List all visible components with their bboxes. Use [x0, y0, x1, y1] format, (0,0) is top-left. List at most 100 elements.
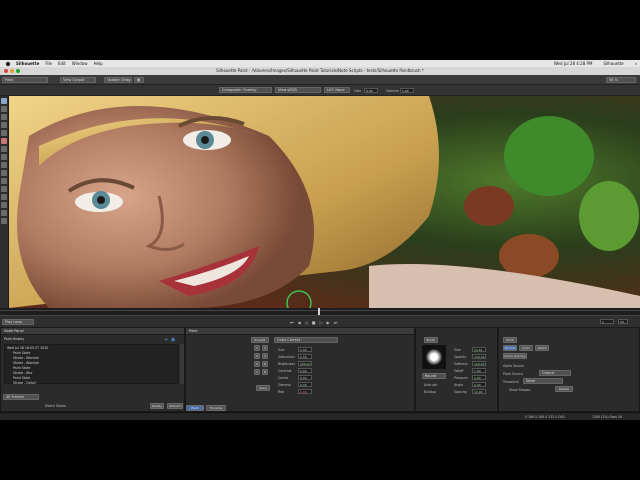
- history-settings-icon[interactable]: ◉: [171, 337, 175, 343]
- play-mode-select[interactable]: Play Loop: [2, 319, 34, 325]
- preset-6-button[interactable]: 6: [262, 361, 268, 367]
- go-start-icon[interactable]: ⏮: [290, 320, 294, 325]
- select-tool-icon[interactable]: [1, 194, 7, 200]
- zoom-tool-icon[interactable]: [1, 210, 7, 216]
- show-shapes-checkbox[interactable]: Show Shapes: [509, 388, 530, 392]
- param-field[interactable]: 0.00: [298, 354, 312, 359]
- timeline-bar[interactable]: [0, 308, 640, 315]
- mode-normal-button[interactable]: Normal: [503, 345, 517, 351]
- fps-field[interactable]: 24: [618, 319, 628, 324]
- shape-tool-icon[interactable]: [1, 218, 7, 224]
- play-icon[interactable]: ▷: [320, 320, 323, 325]
- paint-source-select[interactable]: Output: [539, 370, 571, 376]
- brush-param-field[interactable]: 10.00: [472, 389, 486, 394]
- param-field[interactable]: 0.00: [298, 368, 312, 373]
- history-item[interactable]: Stroke - Detail: [7, 381, 176, 386]
- stop-icon[interactable]: ■: [312, 320, 316, 325]
- brush-param-field[interactable]: 10.61: [472, 347, 486, 352]
- clone-tool-icon[interactable]: [1, 106, 7, 112]
- param-field[interactable]: 100.00: [298, 361, 312, 366]
- apple-icon[interactable]: [6, 61, 10, 66]
- airbrush-checkbox[interactable]: Airbrush: [424, 383, 437, 387]
- hand-tool-icon[interactable]: [1, 202, 7, 208]
- detail-tool-icon[interactable]: [1, 170, 7, 176]
- colorspace-select[interactable]: View sRGB: [275, 87, 321, 93]
- rebuild-button[interactable]: Rebuild: [167, 403, 183, 409]
- preset-5-button[interactable]: 5: [254, 361, 260, 367]
- step-back-icon[interactable]: ◀: [298, 320, 301, 325]
- presets-button[interactable]: Presets: [251, 337, 269, 343]
- smear-tool-icon[interactable]: [1, 130, 7, 136]
- tab-paint[interactable]: Paint: [186, 405, 204, 411]
- brush-param-field[interactable]: 0.00: [472, 382, 486, 387]
- play-reverse-icon[interactable]: ◁: [305, 320, 308, 325]
- menu-edit[interactable]: Edit: [58, 61, 66, 66]
- brush-preview: [422, 345, 446, 369]
- preset-2-button[interactable]: 2: [262, 345, 268, 351]
- buildup-checkbox[interactable]: Buildup: [424, 390, 436, 394]
- delete-button[interactable]: Delete: [555, 386, 573, 392]
- clone-overlay-button[interactable]: Clone Overlay: [503, 353, 527, 359]
- blur-tool-icon[interactable]: [1, 114, 7, 120]
- menu-help[interactable]: Help: [94, 61, 103, 66]
- brush-tool-icon[interactable]: [1, 98, 7, 104]
- mode-color-button[interactable]: Color: [519, 345, 533, 351]
- scatter-tool-icon[interactable]: [1, 178, 7, 184]
- brush-param-field[interactable]: 1.00: [472, 368, 486, 373]
- mode-select[interactable]: Paint: [2, 77, 48, 83]
- gain-field[interactable]: 0.00: [364, 88, 378, 93]
- mode-detail-button[interactable]: Detail: [535, 345, 549, 351]
- color-correct-select[interactable]: Color Correct: [274, 337, 338, 343]
- preset-7-button[interactable]: 7: [254, 369, 260, 375]
- drag-tool-icon[interactable]: [1, 154, 7, 160]
- lut-select[interactable]: LUT: None: [324, 87, 350, 93]
- brush-shape-select[interactable]: Round: [422, 373, 446, 379]
- brush-param-label: Falloff: [454, 369, 464, 373]
- user-name[interactable]: Silhouette: [603, 61, 623, 66]
- step-forward-icon[interactable]: ▶: [327, 320, 330, 325]
- tab-timeline[interactable]: Timeline: [206, 405, 226, 411]
- minimize-window-icon[interactable]: [10, 69, 14, 73]
- preset-1-button[interactable]: 1: [254, 345, 260, 351]
- playhead[interactable]: [318, 308, 320, 315]
- match-stroke-label[interactable]: Match Stroke: [45, 404, 66, 408]
- go-end-icon[interactable]: ⏭: [334, 320, 338, 325]
- param-field[interactable]: 0.00: [298, 389, 312, 394]
- replay-button[interactable]: Replay: [150, 403, 164, 409]
- param-field[interactable]: 0.00: [298, 347, 312, 352]
- add-history-icon[interactable]: +: [164, 337, 168, 343]
- grid-toggle[interactable]: ▦: [134, 77, 144, 83]
- eraser-tool-icon[interactable]: [1, 122, 7, 128]
- zoom-select[interactable]: 58 %: [606, 77, 636, 83]
- image-viewer[interactable]: [9, 96, 640, 308]
- search-icon[interactable]: ⌕: [635, 61, 637, 66]
- save-preset-button[interactable]: Save: [256, 385, 270, 391]
- transform-tool-icon[interactable]: [1, 162, 7, 168]
- preset-4-button[interactable]: 4: [262, 353, 268, 359]
- menu-file[interactable]: File: [45, 61, 52, 66]
- preset-8-button[interactable]: 8: [262, 369, 268, 375]
- color-tool-icon[interactable]: [1, 138, 7, 144]
- gamma-field[interactable]: 1.00: [400, 88, 414, 93]
- repair-tool-icon[interactable]: [1, 146, 7, 152]
- brush-param-field[interactable]: 100.00: [472, 354, 486, 359]
- preset-3-button[interactable]: 3: [254, 353, 260, 359]
- frame-field[interactable]: 1: [600, 319, 614, 324]
- zoom-window-icon[interactable]: [16, 69, 20, 73]
- composite-select[interactable]: Composite: Overlay: [219, 87, 272, 93]
- update-select[interactable]: Update: Drag: [104, 77, 132, 83]
- param-field[interactable]: 0.00: [298, 375, 312, 380]
- transform-select[interactable]: None: [523, 378, 563, 384]
- fill-tool-icon[interactable]: [1, 186, 7, 192]
- param-field[interactable]: 0.00: [298, 382, 312, 387]
- menu-window[interactable]: Window: [72, 61, 88, 66]
- brush-param-field[interactable]: 100.00: [472, 361, 486, 366]
- history-filter-select[interactable]: All Frames: [3, 394, 39, 400]
- brush-param-field[interactable]: 0.00: [472, 375, 486, 380]
- history-scrollbar[interactable]: [180, 344, 184, 384]
- alpha-source-label: Alpha Source: [503, 364, 525, 368]
- view-select[interactable]: View Output: [60, 77, 96, 83]
- history-list[interactable]: Wed Jul 28 16:05:27 2020 Paint State Str…: [4, 344, 179, 386]
- close-window-icon[interactable]: [4, 69, 8, 73]
- menu-app[interactable]: Silhouette: [16, 61, 39, 66]
